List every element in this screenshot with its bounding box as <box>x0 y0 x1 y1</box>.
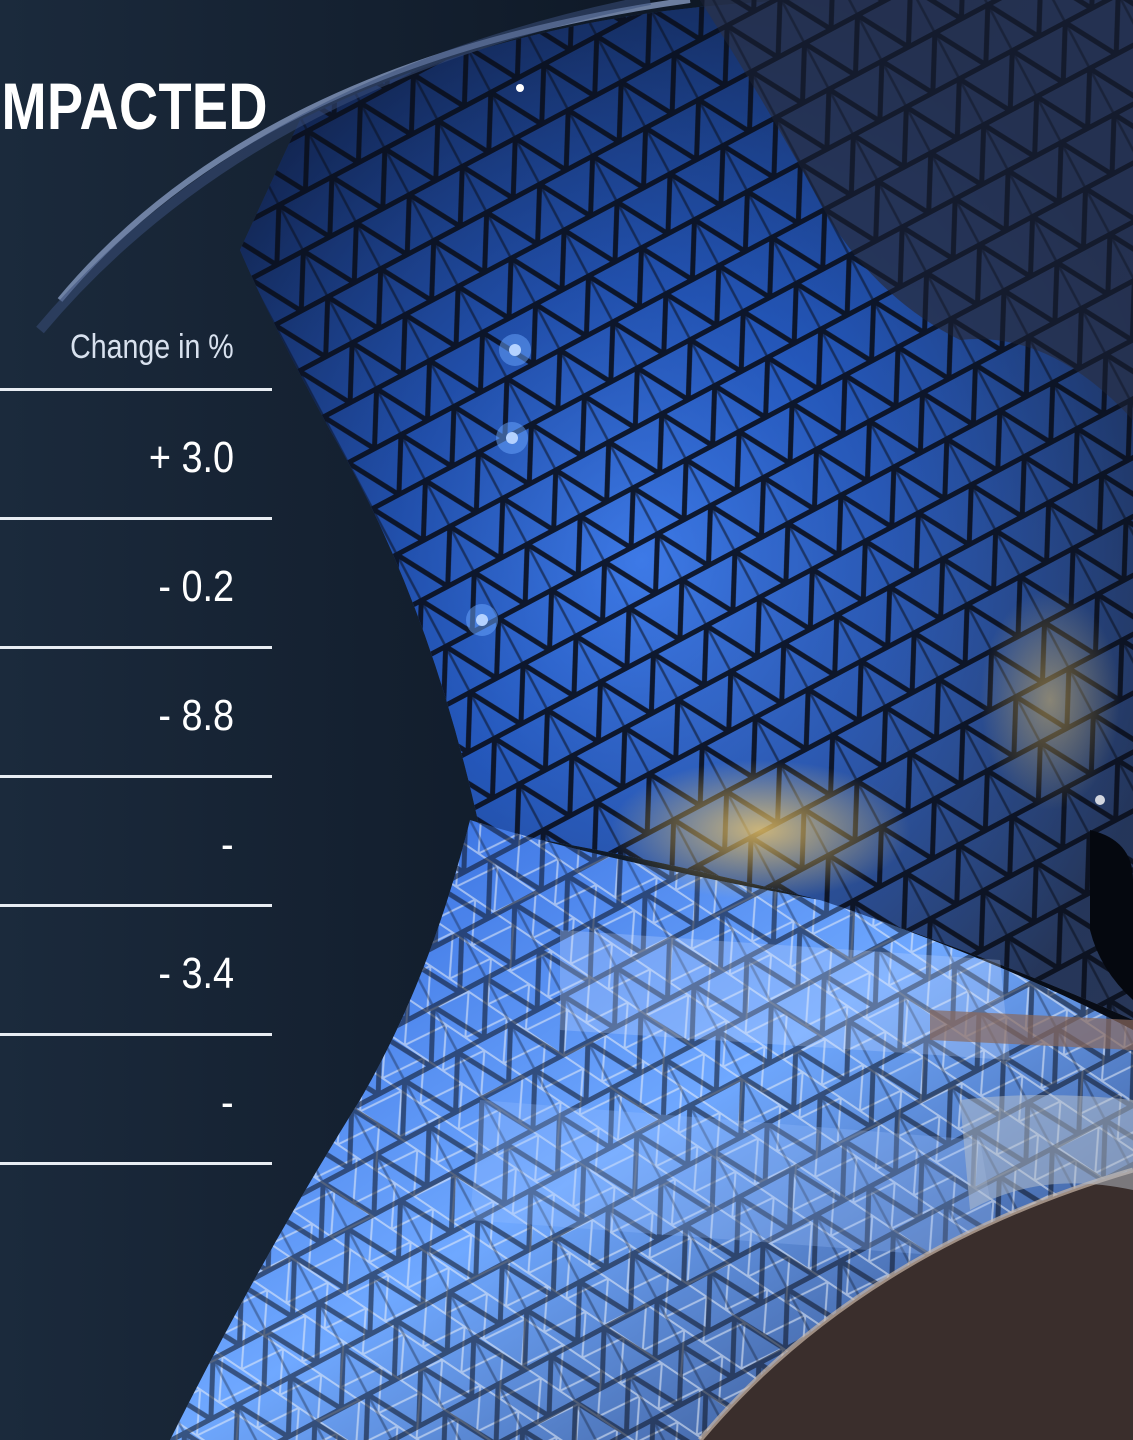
table-row-value: - 8.8 <box>158 691 234 740</box>
table-rule <box>0 904 272 907</box>
table-rule <box>0 646 272 649</box>
table-row-value: - <box>221 1078 234 1127</box>
slide-title: MPACTED <box>1 70 268 142</box>
table-row-value: - <box>221 820 234 869</box>
table-rule <box>0 1162 272 1165</box>
column-header: Change in % <box>70 328 234 366</box>
table-rule <box>0 388 272 391</box>
table-rule <box>0 1033 272 1036</box>
table-row-value: - 0.2 <box>158 562 234 611</box>
table-row-value: - 3.4 <box>158 949 234 998</box>
table-row-value: + 3.0 <box>148 433 234 482</box>
table-rule <box>0 775 272 778</box>
table-rule <box>0 517 272 520</box>
